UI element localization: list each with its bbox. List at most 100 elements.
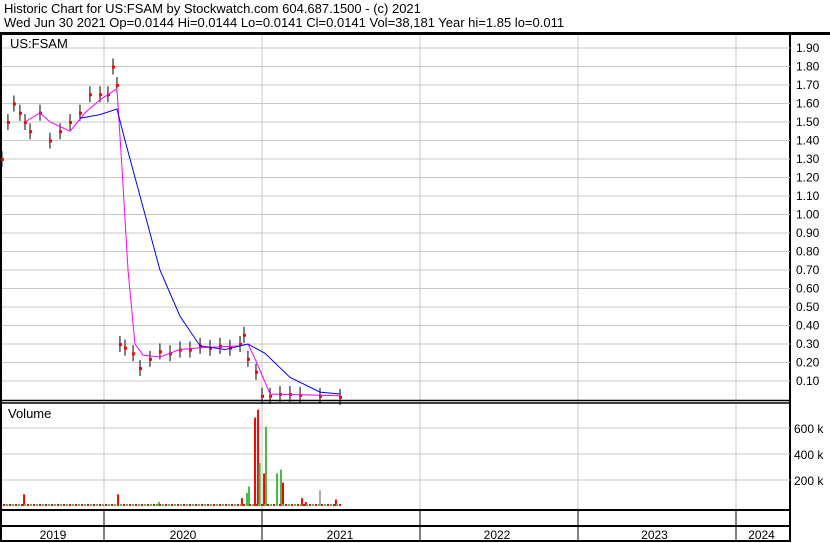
- volume-bar: [114, 504, 116, 506]
- price-close-mark: [132, 352, 136, 356]
- volume-bar: [99, 504, 101, 506]
- price-close-mark: [254, 370, 258, 374]
- volume-bar: [339, 504, 341, 506]
- volume-bar: [150, 504, 152, 506]
- volume-bar: [234, 504, 236, 506]
- volume-bar: [63, 504, 65, 506]
- volume-bar: [264, 504, 266, 506]
- volume-bar: [263, 473, 266, 506]
- volume-bar: [36, 504, 38, 506]
- volume-bar: [129, 504, 131, 506]
- volume-bar: [300, 504, 302, 506]
- volume-bar: [318, 504, 320, 506]
- volume-bar: [318, 490, 321, 506]
- volume-bar: [156, 504, 158, 506]
- volume-bar: [9, 504, 11, 506]
- volume-bar: [210, 504, 212, 506]
- volume-bar: [54, 504, 56, 506]
- volume-bar: [72, 504, 74, 506]
- volume-bar: [3, 504, 5, 506]
- price-close-mark: [242, 333, 246, 337]
- volume-bar: [81, 504, 83, 506]
- price-close-mark: [112, 65, 116, 69]
- volume-bar: [285, 504, 287, 506]
- volume-bar: [252, 504, 254, 506]
- volume-bar: [48, 504, 50, 506]
- volume-bar: [66, 504, 68, 506]
- volume-tick-label: 200 k: [794, 474, 824, 488]
- price-tick-label: 0.40: [796, 319, 820, 333]
- volume-bar: [309, 504, 311, 506]
- year-label: 2022: [484, 528, 511, 542]
- volume-bar: [282, 504, 284, 506]
- volume-bar: [219, 504, 221, 506]
- price-tick-label: 1.80: [796, 60, 820, 74]
- price-close-mark: [118, 343, 122, 346]
- price-tick-label: 1.10: [796, 189, 820, 203]
- volume-bar: [51, 504, 53, 506]
- volume-bar: [213, 504, 215, 506]
- volume-bar: [126, 504, 128, 506]
- volume-bar: [204, 504, 206, 506]
- volume-bar: [84, 504, 86, 506]
- volume-bar: [297, 504, 299, 506]
- volume-bar: [207, 504, 209, 506]
- volume-bar: [132, 504, 134, 506]
- price-close-mark: [12, 102, 16, 106]
- volume-bar: [60, 504, 62, 506]
- price-tick-label: 0.50: [796, 300, 820, 314]
- volume-bar: [90, 504, 92, 506]
- price-close-mark: [6, 121, 10, 124]
- volume-bar: [165, 504, 167, 506]
- price-tick-label: 1.70: [796, 78, 820, 92]
- price-close-mark: [69, 121, 73, 124]
- volume-bar: [222, 504, 224, 506]
- volume-bar: [273, 504, 275, 506]
- price-close-mark: [0, 158, 4, 161]
- volume-bar: [321, 504, 323, 506]
- volume-bar: [123, 504, 125, 506]
- volume-bar: [312, 504, 314, 506]
- volume-bar: [168, 504, 170, 506]
- price-tick-label: 0.60: [796, 282, 820, 296]
- volume-bar: [248, 486, 251, 506]
- volume-bar: [87, 504, 89, 506]
- volume-bar: [270, 504, 272, 506]
- price-tick-label: 0.10: [796, 374, 820, 388]
- volume-bar: [21, 504, 23, 506]
- volume-bar: [216, 504, 218, 506]
- volume-bar: [294, 504, 296, 506]
- price-close-mark: [158, 350, 162, 354]
- volume-bar: [105, 504, 107, 506]
- price-close-mark: [18, 111, 22, 115]
- price-tick-label: 0.20: [796, 356, 820, 370]
- volume-bar: [195, 504, 197, 506]
- volume-bar: [135, 504, 137, 506]
- volume-bar: [237, 504, 239, 506]
- volume-bar: [24, 504, 26, 506]
- price-tick-label: 0.80: [796, 245, 820, 259]
- volume-bar: [45, 504, 47, 506]
- volume-bar: [18, 504, 20, 506]
- volume-bar: [189, 504, 191, 506]
- price-close-mark: [99, 93, 103, 97]
- volume-bar: [93, 504, 95, 506]
- price-tick-label: 1.30: [796, 152, 820, 166]
- volume-bar: [117, 504, 119, 506]
- stockwatch-chart: Historic Chart for US:FSAM by Stockwatch…: [0, 0, 830, 543]
- volume-bar: [282, 482, 285, 506]
- volume-bar: [249, 504, 251, 506]
- volume-bar: [255, 504, 257, 506]
- volume-bar: [78, 504, 80, 506]
- price-close-mark: [29, 130, 33, 134]
- volume-bar: [276, 504, 278, 506]
- volume-bar: [12, 504, 14, 506]
- price-tick-label: 1.20: [796, 171, 820, 185]
- volume-bar: [171, 504, 173, 506]
- price-close-mark: [269, 394, 273, 398]
- price-tick-label: 1.40: [796, 134, 820, 148]
- volume-bar: [15, 504, 17, 506]
- volume-label: Volume: [8, 406, 51, 421]
- price-tick-label: 0.30: [796, 337, 820, 351]
- volume-bar: [288, 504, 290, 506]
